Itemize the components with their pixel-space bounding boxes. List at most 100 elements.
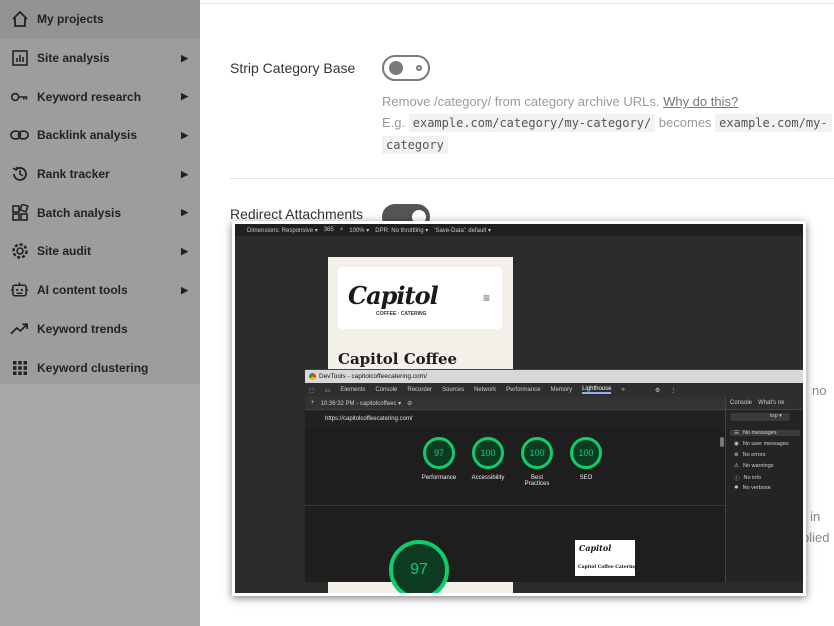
chevron-right-icon: ▶ [181, 245, 188, 256]
tab-elements[interactable]: Elements [340, 387, 365, 393]
chevron-right-icon: ▶ [181, 284, 188, 295]
context-select[interactable]: top ▾ [770, 413, 782, 419]
sidebar-item-label: Keyword clustering [37, 360, 149, 375]
why-do-this-link[interactable]: Why do this? [663, 94, 738, 109]
console-filter-verbose[interactable]: ✹ No verbose [734, 485, 771, 491]
score-gauge-best-practices[interactable]: 100 [521, 437, 553, 469]
blocks-icon [10, 203, 29, 222]
save-data-select[interactable]: 'Save-Data': default ▾ [434, 227, 491, 234]
device-icon[interactable]: ▭ [325, 387, 331, 394]
chevron-right-icon: ▶ [181, 207, 188, 218]
user-icon: ◉ [734, 441, 739, 447]
settings-gear-icon[interactable]: ⚙ [655, 387, 660, 394]
history-icon [10, 165, 29, 184]
dimensions-select[interactable]: Dimensions: Responsive ▾ [247, 227, 318, 234]
console-tabbar: Console What's ne [726, 397, 803, 410]
report-url-bar: https://capitolcoffeecatering.com/ [305, 411, 725, 427]
tab-sources[interactable]: Sources [442, 387, 464, 393]
tab-performance[interactable]: Performance [506, 387, 540, 393]
filter-label: No user messages [742, 441, 789, 447]
filter-label: No info [743, 475, 761, 481]
times-symbol: × [339, 227, 344, 233]
zoom-select[interactable]: 100% ▾ [349, 227, 369, 234]
redirect-attachments-title: Redirect Attachments [230, 206, 364, 222]
console-filter-messages[interactable]: ☰ No messages [730, 430, 800, 436]
report-select[interactable]: 10:36:32 PM - capitolcoffeec ▾ [321, 400, 402, 407]
tab-memory[interactable]: Memory [550, 387, 572, 393]
sidebar-item-backlink-analysis[interactable]: Backlink analysis ▶ [0, 116, 200, 155]
console-filter-errors[interactable]: ⊗ No errors [734, 452, 766, 458]
responsive-toolbar: Dimensions: Responsive ▾ 365 × 100% ▾ DP… [235, 224, 803, 236]
sidebar-item-batch-analysis[interactable]: Batch analysis ▶ [0, 193, 200, 232]
sidebar-item-site-analysis[interactable]: Site analysis ▶ [0, 39, 200, 78]
toggle-knob [389, 61, 403, 75]
trend-icon [10, 319, 29, 338]
chrome-icon [309, 373, 316, 380]
sidebar-item-label: Site audit [37, 244, 92, 259]
console-filter-info[interactable]: ⓘ No info [734, 474, 761, 482]
dpr-select[interactable]: DPR: No throttling ▾ [375, 227, 428, 234]
chevron-right-icon: ▶ [181, 52, 188, 63]
kebab-menu-icon[interactable]: ⋮ [670, 387, 676, 394]
strip-category-example: E.g. example.com/category/my-category/ b… [382, 114, 832, 132]
home-icon [10, 10, 29, 29]
strip-category-base-title: Strip Category Base [230, 60, 356, 76]
more-tabs[interactable]: » [621, 387, 624, 393]
filter-label: No messages [742, 430, 777, 436]
console-filter-user[interactable]: ◉ No user messages [734, 441, 789, 447]
score-gauge-seo[interactable]: 100 [570, 437, 602, 469]
tab-recorder[interactable]: Recorder [407, 387, 432, 393]
lighthouse-toolbar: + 10:36:32 PM - capitolcoffeec ▾ ⊘ [305, 397, 725, 410]
filter-label: No warnings [742, 463, 774, 469]
chevron-right-icon: ▶ [181, 91, 188, 102]
score-gauge-performance[interactable]: 97 [423, 437, 455, 469]
grid-icon [10, 358, 29, 377]
sidebar-item-my-projects[interactable]: My projects [0, 0, 200, 39]
score-label-seo: SEO [579, 475, 593, 481]
sidebar-item-keyword-clustering[interactable]: Keyword clustering [0, 348, 200, 387]
chevron-right-icon: ▶ [181, 168, 188, 179]
report-divider [305, 505, 725, 506]
strip-category-base-toggle[interactable] [382, 55, 430, 81]
whats-new-tab[interactable]: What's ne [758, 400, 785, 406]
example-prefix: E.g. [382, 115, 406, 130]
example-code-to-cont: category [382, 136, 448, 154]
hamburger-menu-icon[interactable]: ≡ [483, 291, 490, 305]
clear-icon[interactable]: ⊘ [407, 400, 412, 407]
filter-label: No errors [742, 452, 766, 458]
score-label-accessibility: Accessibility [471, 475, 505, 481]
add-icon[interactable]: + [311, 400, 315, 406]
console-filter-warnings[interactable]: ⚠ No warnings [734, 463, 774, 469]
performance-score-gauge: 97 [389, 540, 449, 593]
gear-icon [10, 242, 29, 261]
sidebar-item-site-audit[interactable]: Site audit ▶ [0, 232, 200, 271]
sidebar-item-keyword-trends[interactable]: Keyword trends [0, 310, 200, 349]
page-thumbnail: Capitol Capitol Coffee Catering [575, 540, 637, 576]
score-label-best-practices: Best Practices [524, 475, 550, 487]
warning-icon: ⚠ [734, 463, 739, 469]
description-text: Remove /category/ from category archive … [382, 94, 660, 109]
width-value[interactable]: 365 [324, 227, 334, 233]
sidebar-item-keyword-research[interactable]: Keyword research ▶ [0, 77, 200, 116]
score-gauge-accessibility[interactable]: 100 [472, 437, 504, 469]
sidebar-item-label: My projects [37, 12, 104, 27]
report-url: https://capitolcoffeecatering.com/ [325, 416, 413, 422]
sidebar-item-rank-tracker[interactable]: Rank tracker ▶ [0, 155, 200, 194]
console-tab[interactable]: Console [730, 400, 752, 406]
sidebar-item-label: Site analysis [37, 51, 110, 66]
sidebar-menu: My projects Site analysis ▶ Keyword rese… [0, 0, 200, 384]
screenshot-content: Dimensions: Responsive ▾ 365 × 100% ▾ DP… [235, 224, 803, 593]
site-logo-sub: COFFEE · CATERING [376, 311, 427, 317]
report-scrollbar[interactable] [720, 437, 724, 447]
tab-network[interactable]: Network [474, 387, 496, 393]
strip-category-example-cont: category [382, 136, 448, 154]
error-icon: ⊗ [734, 452, 739, 458]
tab-lighthouse[interactable]: Lighthouse [582, 386, 612, 394]
sidebar-item-label: AI content tools [37, 283, 128, 298]
inspect-icon[interactable]: ⬚ [309, 387, 315, 394]
sidebar-item-label: Keyword trends [37, 321, 128, 336]
sidebar-item-ai-content-tools[interactable]: AI content tools ▶ [0, 271, 200, 310]
tab-console[interactable]: Console [375, 387, 397, 393]
robot-icon [10, 281, 29, 300]
toggle-off-indicator [416, 65, 422, 71]
